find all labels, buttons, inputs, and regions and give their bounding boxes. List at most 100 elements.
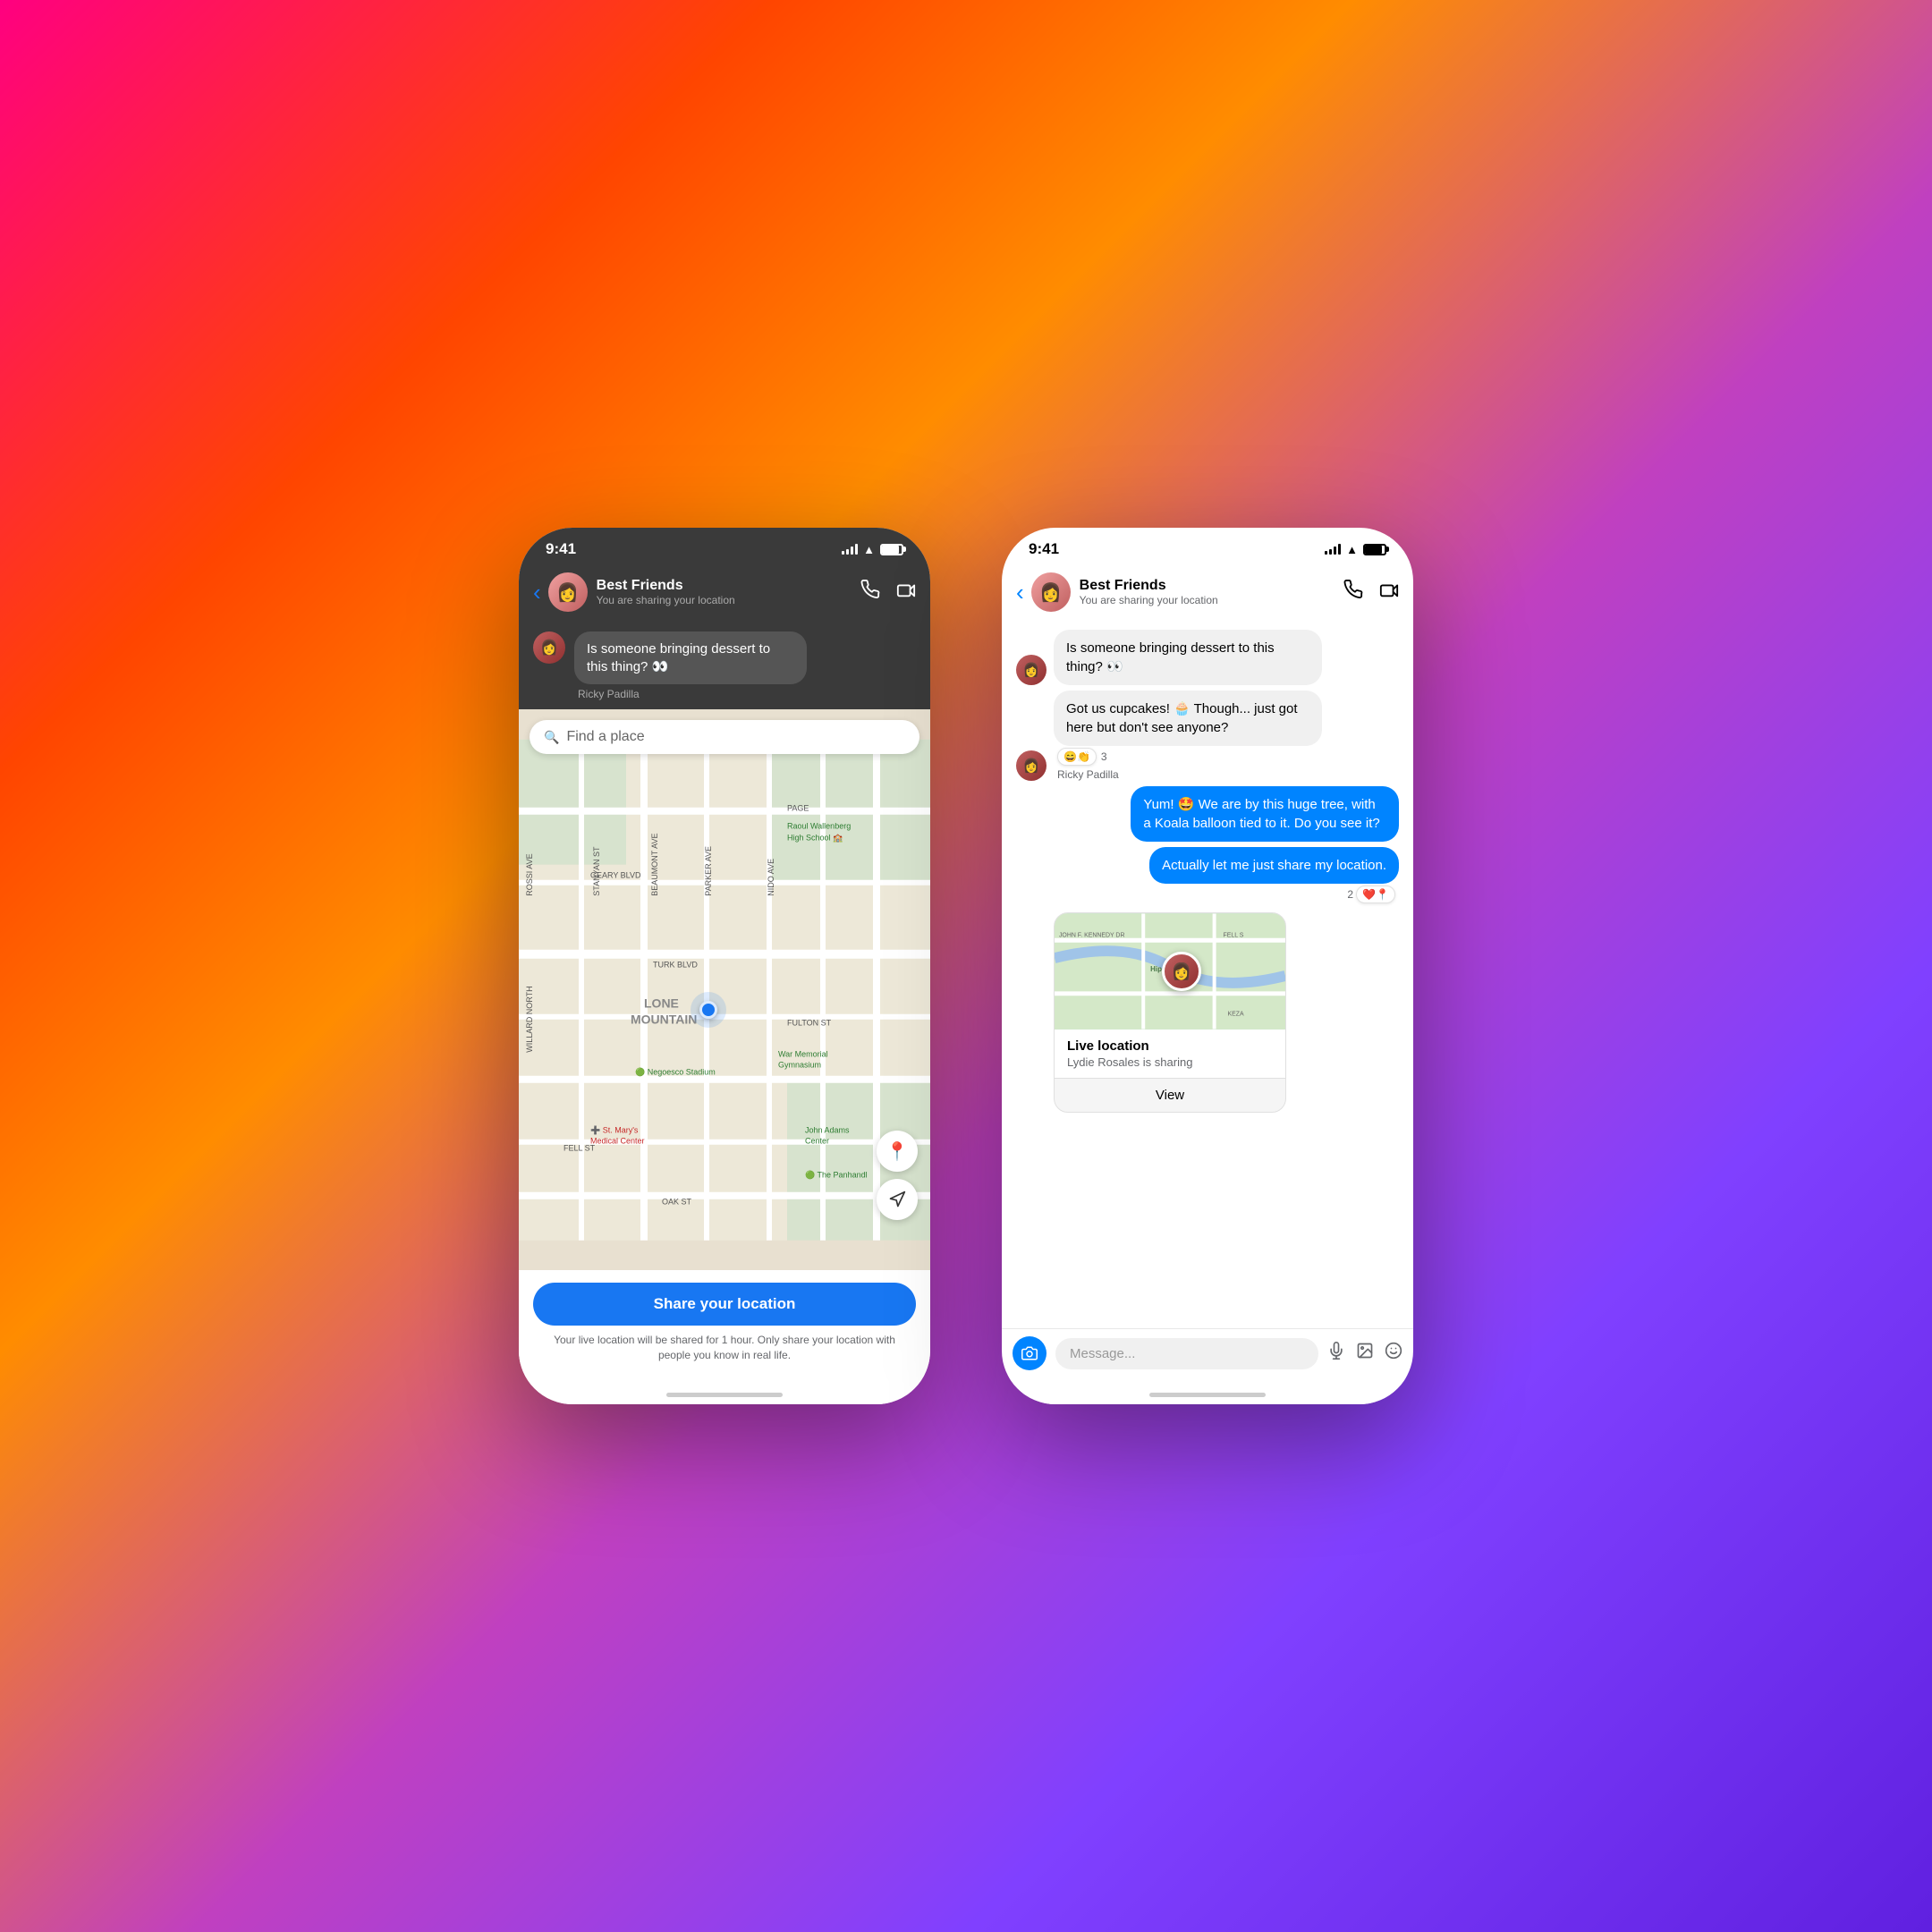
gallery-icon[interactable] xyxy=(1356,1342,1374,1365)
dark-msg-content: Is someone bringing dessert to this thin… xyxy=(574,631,916,700)
dark-msg-text: Is someone bringing dessert to this thin… xyxy=(587,640,794,675)
video-call-icon-phone2[interactable] xyxy=(1379,580,1399,605)
battery-icon-phone1 xyxy=(880,544,903,555)
reaction-emojis-msg4: ❤️📍 xyxy=(1356,886,1395,903)
share-disclaimer: Your live location will be shared for 1 … xyxy=(533,1326,916,1372)
svg-text:WILLARD NORTH: WILLARD NORTH xyxy=(525,986,534,1052)
msg-content-1: Is someone bringing dessert to this thin… xyxy=(1054,630,1322,685)
live-location-avatar: 👩 xyxy=(1162,952,1201,991)
battery-icon-phone2 xyxy=(1363,544,1386,555)
svg-text:FELL S: FELL S xyxy=(1224,932,1244,938)
header-subtitle-phone2: You are sharing your location xyxy=(1080,594,1343,606)
msg-bubble-3: Yum! 🤩 We are by this huge tree, with a … xyxy=(1131,786,1399,842)
svg-text:TURK BLVD: TURK BLVD xyxy=(653,961,698,970)
back-button-phone2[interactable]: ‹ xyxy=(1016,579,1024,606)
mic-icon[interactable] xyxy=(1327,1342,1345,1365)
dark-msg-bubble: Is someone bringing dessert to this thin… xyxy=(574,631,807,684)
chat-header-phone2: ‹ 👩 Best Friends You are sharing your lo… xyxy=(1002,565,1413,623)
status-icons-phone1: ▲ xyxy=(842,543,903,556)
svg-text:ROSSI AVE: ROSSI AVE xyxy=(525,853,534,895)
dark-message-area: 👩 Is someone bringing dessert to this th… xyxy=(519,623,930,709)
header-info-phone1: Best Friends You are sharing your locati… xyxy=(597,578,860,606)
reaction-count-msg2: 3 xyxy=(1101,750,1107,763)
msg-bubble-4: Actually let me just share my location. xyxy=(1149,847,1399,884)
sender-name-ricky: Ricky Padilla xyxy=(1054,768,1322,781)
messages-area[interactable]: 👩 Is someone bringing dessert to this th… xyxy=(1002,623,1413,1328)
map-svg: STANYAN ST BEAUMONT AVE PARKER AVE NIDO … xyxy=(519,709,930,1270)
live-location-info: Live location Lydie Rosales is sharing xyxy=(1055,1030,1285,1078)
ricky-avatar-dark: 👩 xyxy=(533,631,565,664)
svg-text:LONE: LONE xyxy=(644,996,679,1011)
search-icon: 🔍 xyxy=(544,730,559,745)
share-location-button[interactable]: Share your location xyxy=(533,1283,916,1326)
svg-text:Center: Center xyxy=(805,1137,829,1146)
reactions-msg2: 😄👏 3 xyxy=(1054,748,1322,766)
signal-icon-phone1 xyxy=(842,544,858,555)
status-bar-phone2: 9:41 ▲ xyxy=(1002,528,1413,565)
message-input[interactable]: Message... xyxy=(1055,1338,1318,1369)
phone1-top-area: 9:41 ▲ ‹ 👩 Best Friends You are sharing … xyxy=(519,528,930,709)
header-avatar-phone2: 👩 xyxy=(1031,572,1071,612)
location-dot xyxy=(699,1001,717,1019)
video-call-icon-phone1[interactable] xyxy=(896,580,916,605)
wifi-icon-phone1: ▲ xyxy=(863,543,875,556)
header-actions-phone2 xyxy=(1343,580,1399,605)
reaction-emojis-msg2: 😄👏 xyxy=(1057,748,1097,766)
phone-2: 9:41 ▲ ‹ 👩 Best Friends You are sharing … xyxy=(1002,528,1413,1404)
svg-text:Gymnasium: Gymnasium xyxy=(778,1061,821,1070)
header-info-phone2: Best Friends You are sharing your locati… xyxy=(1080,578,1343,606)
message-row-3: Yum! 🤩 We are by this huge tree, with a … xyxy=(1016,786,1399,842)
header-name-phone1: Best Friends xyxy=(597,578,860,594)
status-icons-phone2: ▲ xyxy=(1325,543,1386,556)
live-location-row: JOHN F. KENNEDY DR Hippie Hill FELL S KE… xyxy=(1016,912,1399,1113)
msg-bubble-2: Got us cupcakes! 🧁 Though... just got he… xyxy=(1054,691,1322,746)
svg-text:KEZA: KEZA xyxy=(1228,1012,1244,1018)
signal-icon-phone2 xyxy=(1325,544,1341,555)
svg-text:Medical Center: Medical Center xyxy=(590,1137,645,1146)
svg-text:FULTON ST: FULTON ST xyxy=(787,1019,832,1028)
message-row-1: 👩 Is someone bringing dessert to this th… xyxy=(1016,630,1399,685)
home-indicator-phone2 xyxy=(1002,1377,1413,1404)
phone-1: 9:41 ▲ ‹ 👩 Best Friends You are sharing … xyxy=(519,528,930,1404)
svg-text:PARKER AVE: PARKER AVE xyxy=(704,846,713,896)
svg-text:High School 🏫: High School 🏫 xyxy=(787,834,843,843)
back-button-phone1[interactable]: ‹ xyxy=(533,579,541,606)
msg-content-3: Yum! 🤩 We are by this huge tree, with a … xyxy=(1131,786,1399,842)
phone-call-icon-phone2[interactable] xyxy=(1343,580,1363,605)
svg-text:MOUNTAIN: MOUNTAIN xyxy=(631,1013,697,1027)
reactions-msg4: ❤️📍 2 xyxy=(1345,886,1399,903)
search-placeholder: Find a place xyxy=(566,729,644,745)
svg-text:BEAUMONT AVE: BEAUMONT AVE xyxy=(650,834,659,896)
svg-text:OAK ST: OAK ST xyxy=(662,1198,692,1207)
header-actions-phone1 xyxy=(860,580,916,605)
header-avatar-phone1: 👩 xyxy=(548,572,588,612)
ricky-avatar-2: 👩 xyxy=(1016,750,1046,781)
status-time-phone1: 9:41 xyxy=(546,540,576,558)
ricky-avatar-1: 👩 xyxy=(1016,655,1046,685)
chat-header-phone1: ‹ 👩 Best Friends You are sharing your lo… xyxy=(519,565,930,623)
svg-text:John Adams: John Adams xyxy=(805,1126,850,1135)
svg-text:PAGE: PAGE xyxy=(787,804,809,813)
live-location-view-button[interactable]: View xyxy=(1055,1078,1285,1112)
phone-call-icon-phone1[interactable] xyxy=(860,580,880,605)
msg-content-2: Got us cupcakes! 🧁 Though... just got he… xyxy=(1054,691,1322,781)
camera-button[interactable] xyxy=(1013,1336,1046,1370)
wifi-icon-phone2: ▲ xyxy=(1346,543,1358,556)
home-indicator-phone1 xyxy=(519,1377,930,1404)
msg-content-4: Actually let me just share my location. … xyxy=(1149,847,1399,903)
svg-text:🟢 Negoesco Stadium: 🟢 Negoesco Stadium xyxy=(635,1067,716,1077)
share-button-area: Share your location Your live location w… xyxy=(519,1270,930,1377)
svg-text:GEARY BLVD: GEARY BLVD xyxy=(590,871,641,880)
search-bar[interactable]: 🔍 Find a place xyxy=(530,720,919,754)
live-location-card: JOHN F. KENNEDY DR Hippie Hill FELL S KE… xyxy=(1054,912,1286,1113)
sticker-icon[interactable] xyxy=(1385,1342,1402,1365)
svg-text:🟢 The Panhandl: 🟢 The Panhandl xyxy=(805,1170,868,1180)
message-input-area: Message... xyxy=(1002,1328,1413,1377)
svg-text:JOHN F. KENNEDY DR: JOHN F. KENNEDY DR xyxy=(1059,932,1125,938)
svg-text:NIDO AVE: NIDO AVE xyxy=(767,859,775,896)
status-time-phone2: 9:41 xyxy=(1029,540,1059,558)
dark-sender-name: Ricky Padilla xyxy=(574,688,916,700)
header-name-phone2: Best Friends xyxy=(1080,578,1343,594)
header-subtitle-phone1: You are sharing your location xyxy=(597,594,860,606)
message-row-2: 👩 Got us cupcakes! 🧁 Though... just got … xyxy=(1016,691,1399,781)
